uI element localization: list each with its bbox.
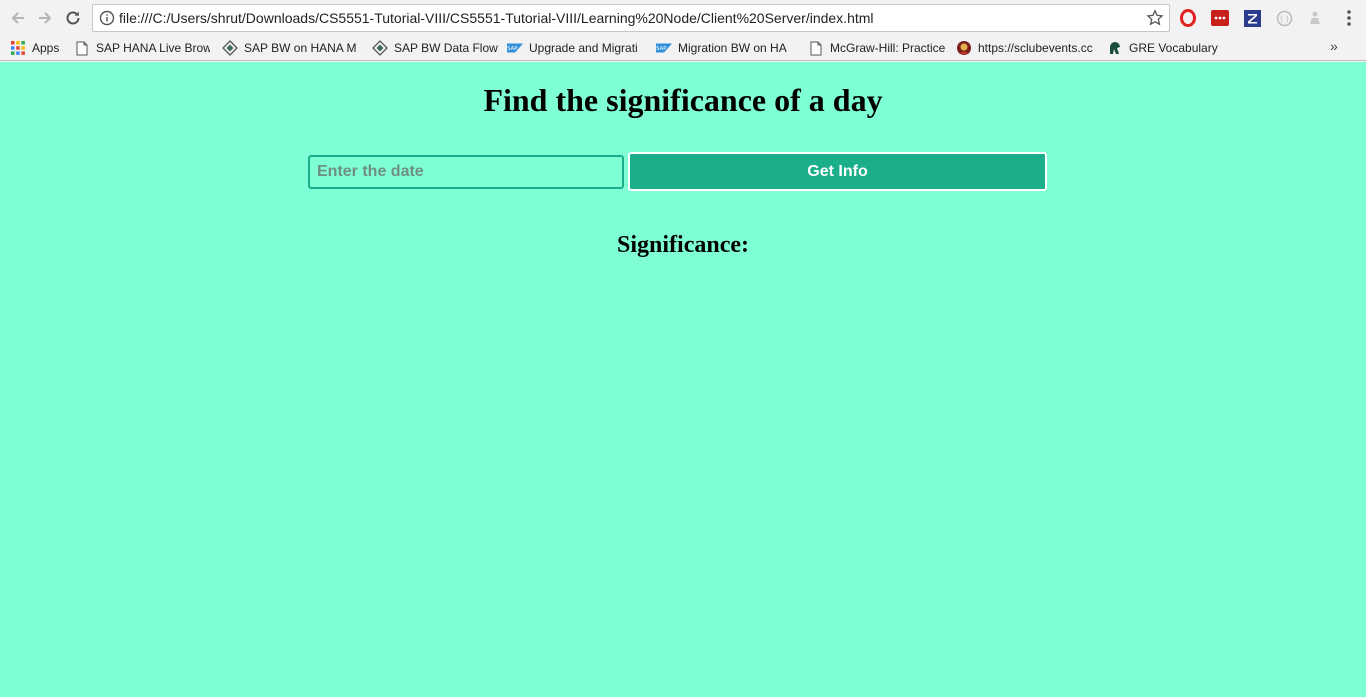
bookmark-label: SAP HANA Live Brow — [96, 41, 210, 55]
bookmark-sclubevents[interactable]: https://sclubevents.cc — [956, 39, 1096, 57]
bookmark-label: Apps — [32, 41, 60, 55]
opera-extension[interactable] — [1179, 9, 1197, 27]
page-content: Find the significance of a day Get Info … — [0, 62, 1366, 697]
get-info-button[interactable]: Get Info — [628, 152, 1047, 191]
bookmark-label: SAP BW Data Flow — [394, 41, 498, 55]
sap-icon: SAP — [507, 40, 523, 56]
bookmark-label: McGraw-Hill: Practice — [830, 41, 946, 55]
browser-toolbar: file:///C:/Users/shrut/Downloads/CS5551-… — [0, 0, 1366, 35]
arrow-left-icon — [11, 12, 24, 24]
lastpass-extension[interactable] — [1211, 9, 1229, 27]
bookmark-label: Upgrade and Migrati — [529, 41, 638, 55]
bookmark-sap-hana-live[interactable]: SAP HANA Live Brow — [74, 39, 210, 57]
diamond-icon — [372, 40, 388, 56]
mascot-icon — [956, 40, 972, 56]
bookmark-apps[interactable]: Apps — [10, 39, 70, 57]
diamond-icon — [222, 40, 238, 56]
reload-button[interactable] — [62, 7, 84, 29]
bookmark-label: SAP BW on HANA M — [244, 41, 357, 55]
bookmarks-overflow-button[interactable]: » — [1330, 38, 1338, 54]
svg-text:SAP: SAP — [656, 46, 667, 52]
bookmark-label: https://sclubevents.cc — [978, 41, 1093, 55]
back-button[interactable] — [7, 7, 29, 29]
bookmark-sap-bw-data-flow[interactable]: SAP BW Data Flow — [372, 39, 500, 57]
spartan-icon — [1107, 40, 1123, 56]
bookmark-upgrade-migration[interactable]: SAP Upgrade and Migrati — [507, 39, 644, 57]
apps-grid-icon — [10, 40, 26, 56]
bookmark-migration-bw-hana[interactable]: SAP Migration BW on HA — [656, 39, 794, 57]
bookmarks-bar: Apps SAP HANA Live Brow SAP BW on HANA M… — [0, 35, 1366, 61]
more-vertical-icon[interactable] — [1340, 8, 1358, 28]
reload-icon — [66, 11, 80, 25]
lastpass-icon — [1211, 10, 1229, 26]
circle-ext-icon: ( ) — [1276, 10, 1292, 26]
bookmark-mcgraw-hill[interactable]: McGraw-Hill: Practice — [808, 39, 946, 57]
bookmark-gre-vocabulary[interactable]: GRE Vocabulary — [1107, 39, 1227, 57]
zotero-extension[interactable] — [1243, 9, 1261, 27]
person-extension[interactable] — [1306, 9, 1324, 27]
date-input[interactable] — [308, 155, 624, 189]
circle-extension[interactable]: ( ) — [1275, 9, 1293, 27]
svg-text:SAP: SAP — [507, 46, 518, 52]
forward-button[interactable] — [34, 7, 56, 29]
sap-icon: SAP — [656, 40, 672, 56]
opera-icon — [1180, 9, 1196, 27]
svg-text:( ): ( ) — [1280, 14, 1289, 23]
significance-heading: Significance: — [617, 232, 749, 258]
page-title: Find the significance of a day — [483, 82, 883, 118]
bookmark-sap-bw-hana[interactable]: SAP BW on HANA M — [222, 39, 359, 57]
bookmark-label: Migration BW on HA — [678, 41, 787, 55]
bookmark-label: GRE Vocabulary — [1129, 41, 1218, 55]
zotero-icon — [1243, 9, 1261, 27]
arrow-right-icon — [39, 12, 52, 24]
url-text[interactable]: file:///C:/Users/shrut/Downloads/CS5551-… — [119, 10, 874, 26]
info-icon[interactable] — [99, 10, 115, 26]
page-icon — [808, 40, 824, 56]
page-icon — [74, 40, 90, 56]
star-icon[interactable] — [1146, 9, 1164, 27]
person-ext-icon — [1310, 11, 1320, 24]
address-bar[interactable]: file:///C:/Users/shrut/Downloads/CS5551-… — [92, 4, 1170, 32]
